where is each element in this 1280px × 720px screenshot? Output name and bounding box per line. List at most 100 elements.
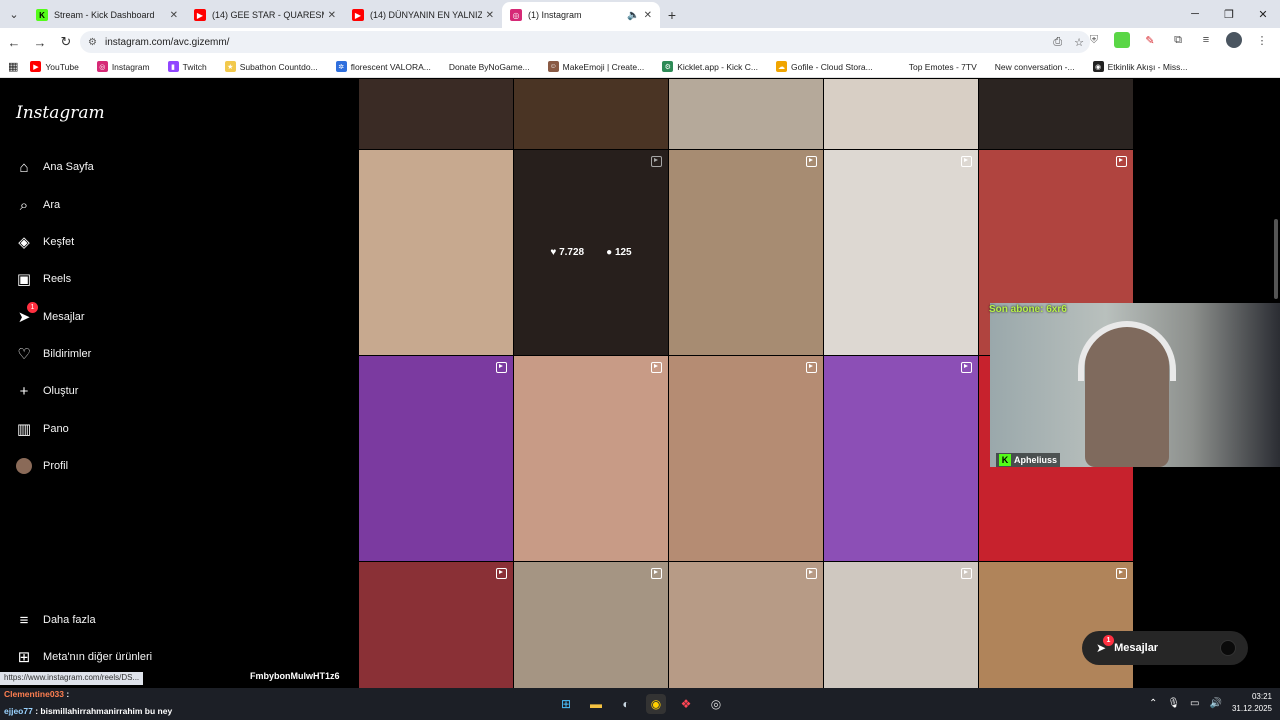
streamer-tag: K Apheliuss bbox=[996, 453, 1061, 467]
menu-icon: ≡ bbox=[19, 611, 29, 629]
chat-message: Clementine033 : bbox=[4, 689, 69, 699]
post-thumbnail[interactable] bbox=[359, 150, 513, 355]
post-thumbnail[interactable] bbox=[669, 79, 823, 149]
post-thumbnail[interactable] bbox=[824, 562, 978, 688]
post-thumbnail-hovered[interactable]: ♥ 7.728 ● 125 bbox=[514, 150, 668, 355]
nav-profile[interactable]: Profil bbox=[15, 457, 68, 475]
post-thumbnail[interactable] bbox=[669, 356, 823, 561]
instagram-page: Instagram ⌂ Ana Sayfa ⌕ Ara ◈ Keşfet ▣ R… bbox=[0, 79, 1280, 688]
webcam-overlay bbox=[990, 303, 1280, 467]
windows-start-icon[interactable]: ⊞ bbox=[556, 694, 576, 714]
bookmark-gofile[interactable]: ☁ Gofile - Cloud Stora... bbox=[776, 61, 873, 72]
post-thumbnail[interactable] bbox=[359, 562, 513, 688]
cloud-icon: ☁ bbox=[776, 61, 787, 72]
steam-icon[interactable]: ◐ bbox=[616, 694, 636, 714]
maximize-icon[interactable]: ❐ bbox=[1212, 0, 1246, 28]
nav-notifications[interactable]: ♡ Bildirimler bbox=[15, 345, 91, 363]
back-button[interactable]: ← bbox=[2, 30, 26, 54]
bookmark-bynogame[interactable]: Donate ByNoGame... bbox=[449, 62, 530, 72]
post-thumbnail[interactable] bbox=[979, 562, 1133, 688]
nav-create[interactable]: + Oluştur bbox=[15, 382, 79, 400]
red-extension-icon[interactable]: ✎ bbox=[1142, 32, 1158, 48]
bookmark-kicklet[interactable]: ⚙ Kicklet.app - Kick C... bbox=[662, 61, 758, 72]
bookmark-youtube[interactable]: ▶ YouTube bbox=[30, 61, 79, 72]
bookmark-subathon[interactable]: ★ Subathon Countdo... bbox=[224, 61, 318, 72]
post-thumbnail[interactable] bbox=[824, 79, 978, 149]
page-scrollbar[interactable] bbox=[1274, 219, 1278, 299]
messages-floating-button[interactable]: ➤ 1 Mesajlar bbox=[1082, 631, 1248, 665]
post-thumbnail[interactable] bbox=[514, 356, 668, 561]
post-thumbnail[interactable] bbox=[514, 562, 668, 688]
forward-button[interactable]: → bbox=[28, 30, 52, 54]
tab-instagram[interactable]: ◎ (1) Instagram 🔈 ✕ bbox=[502, 2, 660, 28]
nav-home[interactable]: ⌂ Ana Sayfa bbox=[15, 158, 93, 176]
close-icon[interactable]: ✕ bbox=[328, 10, 336, 21]
reload-button[interactable]: ↻ bbox=[54, 30, 78, 54]
profile-avatar-icon[interactable] bbox=[1226, 32, 1242, 48]
volume-icon[interactable]: 🔊 bbox=[1210, 698, 1222, 709]
nav-messages[interactable]: ➤ 1 Mesajlar bbox=[15, 302, 85, 326]
bookmark-makeemoji[interactable]: ☺ MakeEmoji | Create... bbox=[547, 61, 644, 72]
bookmark-new-conversation[interactable]: New conversation -... bbox=[995, 62, 1075, 72]
obs-icon[interactable]: ◎ bbox=[706, 694, 726, 714]
valorant-icon[interactable]: ❖ bbox=[676, 694, 696, 714]
speaker-icon[interactable]: 🔈 bbox=[627, 10, 639, 21]
extensions-puzzle-icon[interactable]: ⧉ bbox=[1170, 32, 1186, 48]
install-app-icon[interactable]: ⎙ bbox=[1053, 36, 1062, 49]
bookmark-etkinlik[interactable]: ◉ Etkinlik Akışı - Miss... bbox=[1092, 61, 1187, 72]
shield-extension-icon[interactable]: ⛨ bbox=[1086, 32, 1102, 48]
green-extension-icon[interactable] bbox=[1114, 32, 1130, 48]
new-tab-button[interactable]: + bbox=[660, 2, 684, 28]
tab-search-button[interactable]: ⌄ bbox=[0, 0, 28, 28]
tab-kick-dashboard[interactable]: K Stream - Kick Dashboard ✕ bbox=[28, 2, 186, 28]
youtube-icon: ▶ bbox=[352, 9, 364, 21]
tab-title: (1) Instagram bbox=[528, 10, 582, 20]
clock[interactable]: 03:21 31.12.2025 bbox=[1232, 691, 1272, 715]
nav-search[interactable]: ⌕ Ara bbox=[15, 196, 60, 214]
notification-badge: 1 bbox=[1103, 635, 1114, 646]
site-info-icon[interactable]: ⚙ bbox=[88, 37, 97, 48]
bookmark-twitch[interactable]: ▮ Twitch bbox=[167, 61, 207, 72]
minimize-icon[interactable]: ─ bbox=[1178, 0, 1212, 28]
post-thumbnail[interactable] bbox=[824, 356, 978, 561]
bookmark-label: Gofile - Cloud Stora... bbox=[791, 61, 873, 72]
nav-dashboard[interactable]: ▥ Pano bbox=[15, 420, 69, 438]
nav-label: Daha fazla bbox=[43, 614, 96, 626]
post-thumbnail[interactable] bbox=[359, 356, 513, 561]
post-thumbnail[interactable] bbox=[669, 150, 823, 355]
display-icon[interactable]: ▭ bbox=[1190, 698, 1199, 709]
post-thumbnail[interactable] bbox=[359, 79, 513, 149]
bookmark-valorant[interactable]: ✲ florescent VALORA... bbox=[335, 61, 431, 72]
twitch-icon: ▮ bbox=[167, 61, 179, 72]
nav-more[interactable]: ≡ Daha fazla bbox=[15, 611, 96, 629]
address-bar[interactable]: ⚙ instagram.com/avc.gizemm/ ⎙ ☆ bbox=[80, 31, 1090, 53]
chrome-icon[interactable]: ◉ bbox=[646, 694, 666, 714]
close-window-icon[interactable]: ✕ bbox=[1246, 0, 1280, 28]
apps-grid-icon[interactable]: ▦ bbox=[8, 60, 18, 73]
microphone-icon[interactable]: 🎙 bbox=[1167, 698, 1180, 709]
bookmark-instagram[interactable]: ◎ Instagram bbox=[96, 61, 150, 72]
instagram-logo[interactable]: Instagram bbox=[16, 103, 105, 123]
close-icon[interactable]: ✕ bbox=[486, 10, 494, 21]
post-thumbnail[interactable] bbox=[669, 562, 823, 688]
dashboard-icon: ▥ bbox=[16, 421, 32, 438]
tab-youtube-dunyanin[interactable]: ▶ (14) DÜNYANIN EN YALNIZ EVİ ✕ bbox=[344, 2, 502, 28]
bookmark-star-icon[interactable]: ☆ bbox=[1074, 36, 1084, 49]
nav-reels[interactable]: ▣ Reels bbox=[15, 270, 71, 288]
reel-icon bbox=[806, 156, 817, 167]
close-icon[interactable]: ✕ bbox=[170, 10, 178, 21]
post-thumbnail[interactable] bbox=[824, 150, 978, 355]
reel-icon bbox=[961, 362, 972, 373]
chevron-up-icon[interactable]: ⌃ bbox=[1149, 698, 1157, 709]
media-control-icon[interactable]: ≡ bbox=[1198, 32, 1214, 48]
more-menu-icon[interactable]: ⋮ bbox=[1254, 32, 1270, 48]
tab-youtube-quaresma[interactable]: ▶ (14) GEE STAR - QUARESMA (F ✕ bbox=[186, 2, 344, 28]
nav-meta-products[interactable]: ⊞ Meta'nın diğer ürünleri bbox=[15, 648, 152, 666]
chat-text: : bbox=[66, 689, 70, 699]
nav-explore[interactable]: ◈ Keşfet bbox=[15, 233, 74, 251]
bookmark-7tv[interactable]: Top Emotes - 7TV bbox=[909, 62, 977, 72]
post-thumbnail[interactable] bbox=[514, 79, 668, 149]
file-explorer-icon[interactable]: ▬ bbox=[586, 694, 606, 714]
close-icon[interactable]: ✕ bbox=[644, 10, 652, 21]
post-thumbnail[interactable] bbox=[979, 79, 1133, 149]
